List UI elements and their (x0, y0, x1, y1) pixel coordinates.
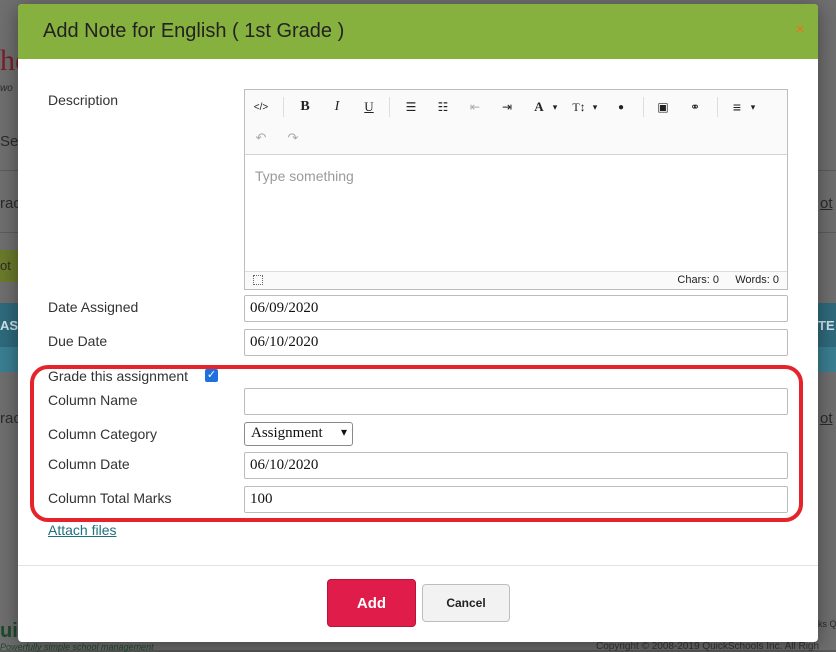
toolbar-divider (283, 97, 284, 117)
bullet-list-icon[interactable]: ☰ (399, 95, 423, 119)
image-icon[interactable]: ▣ (651, 95, 675, 119)
description-editor: </> B I U ☰ ☷ ⇤ ⇥ A ▾ T↕ ▾ ● ▣ ⚭ ≡ ▾ ↶ ↷… (244, 89, 788, 290)
outdent-icon[interactable]: ⇤ (463, 95, 487, 119)
redo-icon[interactable]: ↷ (281, 126, 305, 150)
indent-icon[interactable]: ⇥ (495, 95, 519, 119)
chevron-down-icon[interactable]: ▾ (543, 95, 567, 119)
editor-toolbar: </> B I U ☰ ☷ ⇤ ⇥ A ▾ T↕ ▾ ● ▣ ⚭ ≡ ▾ ↶ ↷ (245, 90, 787, 155)
chars-count: Chars: 0 (677, 274, 719, 286)
link-icon[interactable]: ⚭ (683, 95, 707, 119)
background-copyright: Copyright © 2008-2019 QuickSchools Inc. … (596, 641, 820, 652)
background-tagline: wo (0, 83, 13, 94)
background-footer-logo: ui (0, 620, 18, 642)
background-text: TE (818, 318, 835, 333)
background-link: ot (820, 410, 833, 427)
toolbar-divider (643, 97, 644, 117)
editor-placeholder: Type something (255, 168, 354, 184)
words-count: Words: 0 (735, 274, 779, 286)
italic-button[interactable]: I (325, 95, 349, 119)
column-category-label: Column Category (48, 426, 157, 442)
close-icon[interactable]: × (792, 22, 808, 38)
chevron-down-icon: ▾ (340, 425, 347, 439)
background-text: ot (0, 258, 11, 273)
chevron-down-icon[interactable]: ▾ (741, 95, 765, 119)
column-name-label: Column Name (48, 392, 138, 408)
column-category-select[interactable]: Assignment ▾ (244, 422, 353, 446)
background-footer-tagline: Powerfully simple school management (0, 642, 154, 652)
code-view-icon[interactable]: </> (249, 95, 273, 119)
resize-handle-icon[interactable] (253, 275, 263, 285)
dialog-header: Add Note for English ( 1st Grade ) × (18, 4, 818, 59)
toolbar-divider (389, 97, 390, 117)
column-total-marks-input[interactable]: 100 (244, 486, 788, 513)
underline-button[interactable]: U (357, 95, 381, 119)
column-total-marks-label: Column Total Marks (48, 490, 172, 506)
grade-assignment-label: Grade this assignment (48, 368, 189, 384)
description-label: Description (48, 92, 119, 108)
column-date-label: Column Date (48, 456, 130, 472)
add-note-dialog: Add Note for English ( 1st Grade ) × Des… (18, 4, 818, 642)
undo-icon[interactable]: ↶ (249, 126, 273, 150)
bold-button[interactable]: B (293, 95, 317, 119)
column-name-input[interactable] (244, 388, 788, 415)
ink-drop-icon[interactable]: ● (609, 95, 633, 119)
background-link: ot (820, 195, 833, 212)
background-footer-text: ks Q (818, 619, 836, 629)
date-assigned-input[interactable]: 06/09/2020 (244, 295, 788, 322)
grade-assignment-checkbox[interactable]: ✓ (205, 369, 218, 382)
attach-files-link[interactable]: Attach files (48, 522, 116, 538)
cancel-button[interactable]: Cancel (422, 584, 510, 622)
due-date-label: Due Date (48, 333, 108, 349)
date-assigned-label: Date Assigned (48, 299, 139, 315)
due-date-input[interactable]: 06/10/2020 (244, 329, 788, 356)
add-button[interactable]: Add (327, 579, 416, 627)
toolbar-divider (717, 97, 718, 117)
dialog-title: Add Note for English ( 1st Grade ) (43, 20, 345, 42)
editor-text-area[interactable]: Type something (245, 155, 787, 270)
footer-divider (18, 565, 818, 566)
chevron-down-icon[interactable]: ▾ (583, 95, 607, 119)
editor-statusbar: Chars: 0 Words: 0 (245, 271, 787, 289)
numbered-list-icon[interactable]: ☷ (431, 95, 455, 119)
column-category-value: Assignment (251, 425, 323, 441)
column-date-input[interactable]: 06/10/2020 (244, 452, 788, 479)
